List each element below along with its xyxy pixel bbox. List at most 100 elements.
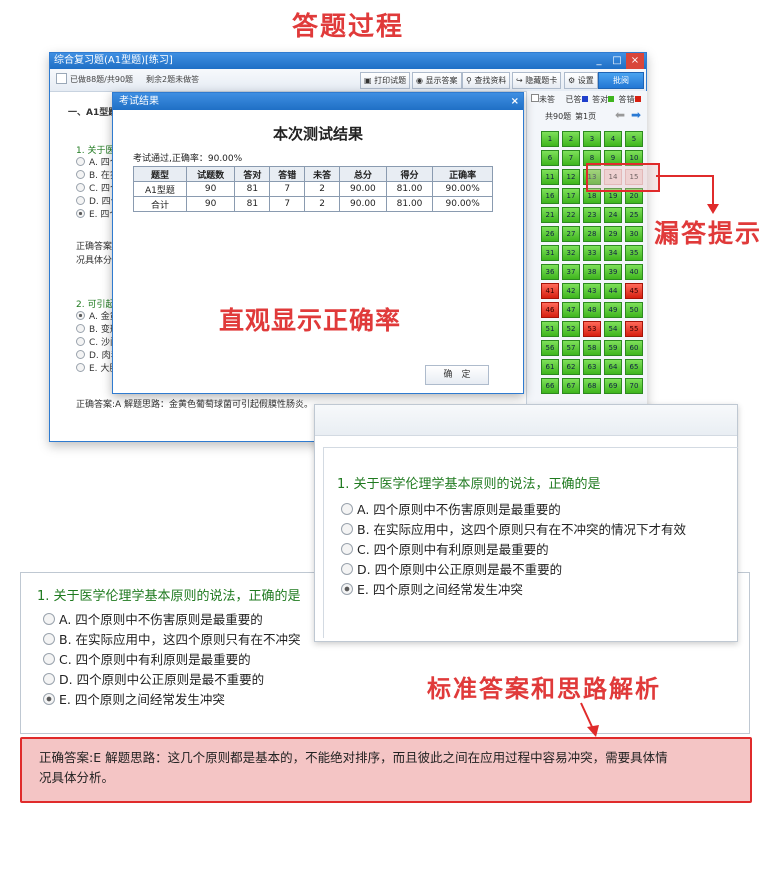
question-number-cell[interactable]: 44: [604, 283, 622, 299]
window-title: 综合复习题(A1型题)[练习]: [54, 55, 173, 66]
question-number-cell[interactable]: 55: [625, 321, 643, 337]
question-number-cell[interactable]: 60: [625, 340, 643, 356]
radio-icon: [341, 503, 353, 515]
question-number-cell[interactable]: 38: [583, 264, 601, 280]
hide-card-button[interactable]: ↪ 隐藏题卡: [512, 72, 562, 89]
lookup-button[interactable]: ⚲ 查找资料: [462, 72, 511, 89]
question-number-cell[interactable]: 12: [562, 169, 580, 185]
table-cell: 7: [269, 196, 306, 212]
question-number-cell[interactable]: 42: [562, 283, 580, 299]
zoom-left-option-d[interactable]: D. 四个原则中公正原则是最不重要的: [43, 669, 264, 688]
radio-selected-icon: [341, 583, 353, 595]
question-number-cell[interactable]: 54: [604, 321, 622, 337]
zoom-right-option-c[interactable]: C. 四个原则中有利原则是最重要的: [341, 539, 549, 558]
question-number-cell[interactable]: 34: [604, 245, 622, 261]
zoom-left-question: 1. 关于医学伦理学基本原则的说法，正确的是: [37, 589, 301, 604]
question-number-cell[interactable]: 7: [562, 150, 580, 166]
question-number-cell[interactable]: 28: [583, 226, 601, 242]
question-number-cell[interactable]: 37: [562, 264, 580, 280]
question-number-cell[interactable]: 1: [541, 131, 559, 147]
question-number-cell[interactable]: 45: [625, 283, 643, 299]
question-number-cell[interactable]: 2: [562, 131, 580, 147]
maximize-button[interactable]: □: [608, 53, 626, 69]
zoom-left-option-c[interactable]: C. 四个原则中有利原则是最重要的: [43, 649, 251, 668]
settings-button[interactable]: ⚙ 设置: [564, 72, 598, 89]
dialog-close-icon[interactable]: ×: [511, 93, 519, 110]
table-header: 未答: [304, 166, 341, 182]
status-remaining: 剩余2题未做答: [146, 75, 200, 84]
next-page-icon[interactable]: ➡: [631, 108, 641, 122]
show-answer-button[interactable]: ◉ 显示答案: [412, 72, 462, 89]
question-number-cell[interactable]: 22: [562, 207, 580, 223]
question-number-cell[interactable]: 57: [562, 340, 580, 356]
table-header: 得分: [385, 166, 434, 182]
prev-page-icon[interactable]: ⬅: [615, 108, 625, 122]
close-button[interactable]: ×: [626, 53, 644, 69]
question-number-cell[interactable]: 64: [604, 359, 622, 375]
question-number-cell[interactable]: 63: [583, 359, 601, 375]
question-number-cell[interactable]: 56: [541, 340, 559, 356]
zoom-right-option-d[interactable]: D. 四个原则中公正原则是最不重要的: [341, 559, 562, 578]
question-number-cell[interactable]: 32: [562, 245, 580, 261]
question-number-cell[interactable]: 16: [541, 188, 559, 204]
zoom-left-option-b[interactable]: B. 在实际应用中，这四个原则只有在不冲突: [43, 629, 301, 648]
minimize-button[interactable]: _: [590, 53, 608, 69]
question-number-cell[interactable]: 61: [541, 359, 559, 375]
question-number-cell[interactable]: 65: [625, 359, 643, 375]
question-number-cell[interactable]: 11: [541, 169, 559, 185]
question-number-cell[interactable]: 47: [562, 302, 580, 318]
ok-button[interactable]: 确 定: [425, 365, 489, 385]
question-number-cell[interactable]: 24: [604, 207, 622, 223]
zoom-right-option-b[interactable]: B. 在实际应用中，这四个原则只有在不冲突的情况下才有效: [341, 519, 686, 538]
question-number-cell[interactable]: 25: [625, 207, 643, 223]
question-number-cell[interactable]: 17: [562, 188, 580, 204]
question-number-cell[interactable]: 30: [625, 226, 643, 242]
question-number-cell[interactable]: 67: [562, 378, 580, 394]
zoom-left-option-e[interactable]: E. 四个原则之间经常发生冲突: [43, 689, 225, 708]
question-number-cell[interactable]: 23: [583, 207, 601, 223]
question-number-cell[interactable]: 46: [541, 302, 559, 318]
question-number-cell[interactable]: 49: [604, 302, 622, 318]
question-number-cell[interactable]: 36: [541, 264, 559, 280]
zoom-left-option-a[interactable]: A. 四个原则中不伤害原则是最重要的: [43, 609, 263, 628]
missed-banner: 漏答提示: [654, 219, 763, 248]
table-cell: 81: [234, 181, 271, 197]
question-number-cell[interactable]: 51: [541, 321, 559, 337]
question-number-cell[interactable]: 39: [604, 264, 622, 280]
question-number-cell[interactable]: 6: [541, 150, 559, 166]
question-number-cell[interactable]: 5: [625, 131, 643, 147]
submit-button[interactable]: 批阅: [598, 72, 644, 89]
question-number-cell[interactable]: 31: [541, 245, 559, 261]
question-number-cell[interactable]: 35: [625, 245, 643, 261]
page-number: 第1页: [575, 112, 597, 121]
zoom-right-option-a[interactable]: A. 四个原则中不伤害原则是最重要的: [341, 499, 561, 518]
question-number-cell[interactable]: 50: [625, 302, 643, 318]
question-number-cell[interactable]: 21: [541, 207, 559, 223]
question-number-cell[interactable]: 59: [604, 340, 622, 356]
question-number-cell[interactable]: 29: [604, 226, 622, 242]
dialog-titlebar: 考试结果 ×: [113, 93, 523, 110]
question-number-cell[interactable]: 70: [625, 378, 643, 394]
question-number-cell[interactable]: 40: [625, 264, 643, 280]
print-button[interactable]: ▣ 打印试题: [360, 72, 411, 89]
question-number-cell[interactable]: 69: [604, 378, 622, 394]
question-number-cell[interactable]: 3: [583, 131, 601, 147]
table-cell: 合计: [133, 196, 187, 212]
question-number-cell[interactable]: 62: [562, 359, 580, 375]
question-number-cell[interactable]: 58: [583, 340, 601, 356]
question-number-cell[interactable]: 68: [583, 378, 601, 394]
answer-line-2: 况具体分析。: [39, 770, 115, 785]
question-number-cell[interactable]: 43: [583, 283, 601, 299]
table-header: 试题数: [185, 166, 236, 182]
question-number-cell[interactable]: 41: [541, 283, 559, 299]
question-number-cell[interactable]: 4: [604, 131, 622, 147]
question-number-cell[interactable]: 33: [583, 245, 601, 261]
zoom-right-option-e[interactable]: E. 四个原则之间经常发生冲突: [341, 579, 523, 598]
question-number-cell[interactable]: 27: [562, 226, 580, 242]
question-number-cell[interactable]: 26: [541, 226, 559, 242]
section-title: 一、A1型题: [68, 108, 118, 118]
question-number-cell[interactable]: 52: [562, 321, 580, 337]
question-number-cell[interactable]: 48: [583, 302, 601, 318]
question-number-cell[interactable]: 53: [583, 321, 601, 337]
question-number-cell[interactable]: 66: [541, 378, 559, 394]
